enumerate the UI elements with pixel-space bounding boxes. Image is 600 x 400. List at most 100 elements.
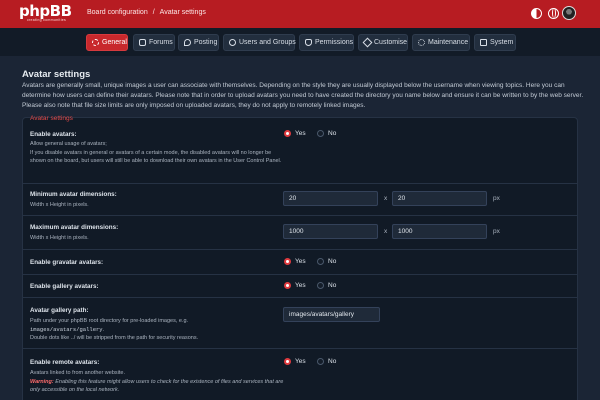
breadcrumb: Board configuration / Avatar settings	[87, 9, 206, 16]
remote-yes-radio[interactable]: Yes	[284, 358, 306, 365]
radio-dot	[317, 130, 324, 137]
tab-users-and-groups[interactable]: Users and Groups	[223, 34, 296, 51]
max-height-input[interactable]: 1000	[392, 224, 487, 239]
setting-row-min-dimensions: Minimum avatar dimensions: Width x Heigh…	[23, 184, 577, 216]
gallery-yes-radio[interactable]: Yes	[284, 282, 306, 289]
tab-label: Posting	[194, 39, 218, 46]
shield-icon	[305, 39, 312, 46]
setting-label: Avatar gallery path:	[30, 307, 89, 314]
tab-label: Permissions	[315, 39, 354, 46]
gravatar-no-radio[interactable]: No	[317, 258, 336, 265]
radio-dot	[317, 358, 324, 365]
explain-line: Path under your phpBB root directory for…	[30, 318, 189, 324]
logo-tagline: creating communities	[27, 18, 67, 22]
page-title: Avatar settings	[22, 69, 91, 80]
explain-code: images/avatars/gallery	[30, 325, 103, 333]
radio-label: Yes	[295, 282, 306, 289]
breadcrumb-item-board-configuration[interactable]: Board configuration	[87, 9, 148, 16]
radio-label: No	[328, 282, 337, 289]
explain-line: If you disable avatars in general or ava…	[30, 149, 282, 165]
radio-label: Yes	[295, 130, 306, 137]
breadcrumb-item-avatar-settings[interactable]: Avatar settings	[160, 9, 206, 16]
remote-no-radio[interactable]: No	[317, 358, 336, 365]
min-height-input[interactable]: 20	[392, 191, 487, 206]
top-bar: phpBB creating communities Board configu…	[0, 0, 600, 28]
setting-explain: Path under your phpBB root directory for…	[30, 317, 288, 343]
page-description: Avatars are generally small, unique imag…	[22, 82, 584, 109]
explain-line: Allow general usage of avatars;	[30, 141, 107, 147]
dimension-unit: px	[493, 228, 500, 235]
radio-dot	[317, 258, 324, 265]
breadcrumb-separator: /	[152, 9, 155, 16]
tab-forums[interactable]: Forums	[133, 34, 175, 51]
setting-label: Enable gallery avatars:	[30, 283, 99, 290]
tab-label: Maintenance	[428, 39, 469, 46]
tab-permissions[interactable]: Permissions	[299, 34, 354, 51]
gallery-no-radio[interactable]: No	[317, 282, 336, 289]
max-width-input[interactable]: 1000	[283, 224, 378, 239]
radio-dot	[284, 282, 291, 289]
radio-label: No	[328, 358, 337, 365]
user-avatar[interactable]	[562, 6, 576, 20]
radio-dot	[317, 282, 324, 289]
gallery-path-input[interactable]: images/avatars/gallery	[283, 307, 380, 322]
main-nav: General Forums Posting Users and Groups …	[0, 28, 600, 56]
radio-label: No	[328, 258, 337, 265]
chat-icon	[139, 39, 146, 46]
tab-system[interactable]: System	[474, 34, 516, 51]
tab-label: System	[490, 39, 514, 46]
gravatar-yes-radio[interactable]: Yes	[284, 258, 306, 265]
enable-avatars-no-radio[interactable]: No	[317, 130, 336, 137]
warning-label: Warning:	[30, 378, 54, 385]
monitor-icon	[480, 39, 487, 46]
tab-general[interactable]: General	[86, 34, 128, 51]
setting-row-gravatar: Enable gravatar avatars: Yes No	[23, 250, 577, 275]
setting-row-gallery-path: Avatar gallery path: Path under your php…	[23, 298, 577, 349]
setting-label: Enable avatars:	[30, 131, 77, 138]
dimension-separator: x	[384, 228, 388, 235]
dimension-separator: x	[384, 195, 388, 202]
tab-label: Forums	[149, 39, 173, 46]
radio-dot	[284, 258, 291, 265]
setting-row-gallery: Enable gallery avatars: Yes No	[23, 275, 577, 298]
users-icon	[229, 39, 236, 46]
tab-customise[interactable]: Customise	[358, 34, 408, 51]
explain-line: images/avatars/gallery.	[30, 326, 288, 335]
tab-label: Customise	[374, 39, 408, 46]
phpbb-logo[interactable]: phpBB	[19, 3, 72, 19]
bubble-icon	[184, 39, 191, 46]
theme-toggle-icon[interactable]	[531, 8, 542, 19]
globe-icon[interactable]	[548, 8, 559, 19]
radio-label: No	[328, 130, 337, 137]
brush-icon	[362, 37, 373, 48]
radio-label: Yes	[295, 258, 306, 265]
setting-explain: Avatars linked to from another website. …	[30, 369, 285, 395]
radio-dot	[284, 130, 291, 137]
tab-label: General	[102, 39, 127, 46]
tab-posting[interactable]: Posting	[178, 34, 219, 51]
explain-line: Double dots like ../ will be stripped fr…	[30, 335, 199, 341]
tab-label: Users and Groups	[239, 39, 296, 46]
setting-row-enable-avatars: Enable avatars: Allow general usage of a…	[23, 125, 577, 184]
setting-label: Minimum avatar dimensions:	[30, 191, 117, 198]
setting-explain: Width x Height in pixels.	[30, 202, 89, 208]
explain-line: Avatars linked to from another website.	[30, 370, 125, 376]
radio-dot	[284, 358, 291, 365]
explain-punct: .	[102, 326, 105, 333]
setting-row-remote: Enable remote avatars: Avatars linked to…	[23, 349, 577, 400]
tab-maintenance[interactable]: Maintenance	[412, 34, 470, 51]
dimension-unit: px	[493, 195, 500, 202]
setting-label: Enable gravatar avatars:	[30, 259, 104, 266]
cog-icon	[418, 39, 425, 46]
min-width-input[interactable]: 20	[283, 191, 378, 206]
setting-explain: Width x Height in pixels.	[30, 235, 89, 241]
setting-label: Maximum avatar dimensions:	[30, 224, 119, 231]
warning-text: Enabling this feature might allow users …	[30, 378, 284, 394]
setting-explain: Allow general usage of avatars; If you d…	[30, 140, 288, 166]
enable-avatars-yes-radio[interactable]: Yes	[284, 130, 306, 137]
fieldset-legend: Avatar settings	[30, 115, 73, 122]
gear-icon	[92, 39, 99, 46]
setting-row-max-dimensions: Maximum avatar dimensions: Width x Heigh…	[23, 216, 577, 250]
explain-warning: Warning: Enabling this feature might all…	[30, 378, 285, 395]
setting-label: Enable remote avatars:	[30, 359, 100, 366]
